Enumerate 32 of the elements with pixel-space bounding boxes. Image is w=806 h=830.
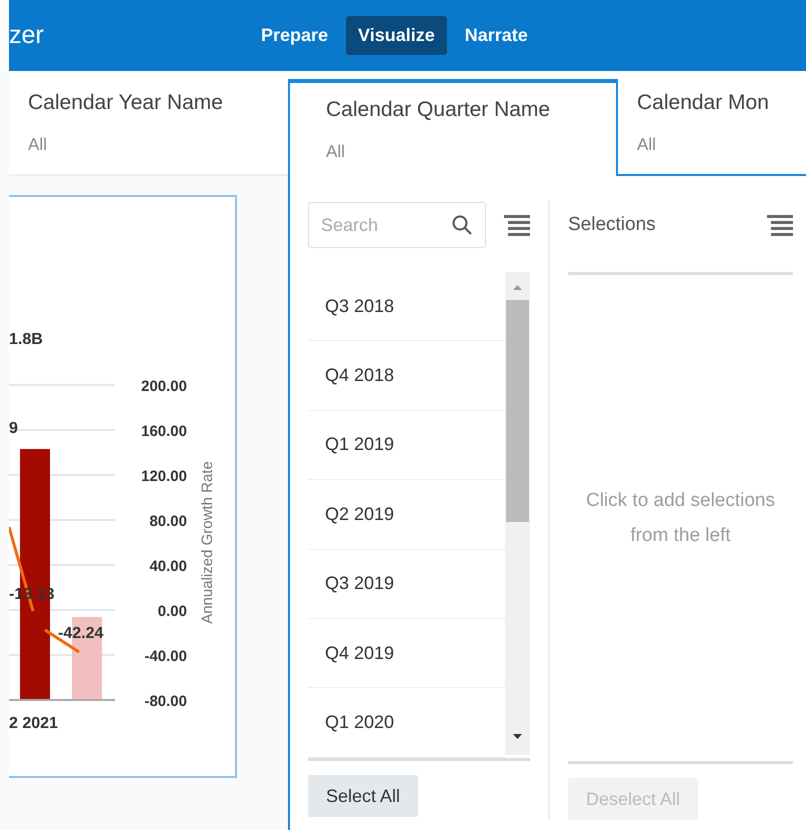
axis-category-label: 2 2021 (9, 715, 58, 732)
axis-tick-label: 40.00 (149, 558, 187, 575)
scrollbar[interactable] (505, 272, 530, 755)
empty-hint: Click to add selections from the left (584, 489, 776, 548)
axis-tick-label: 160.00 (141, 423, 187, 440)
data-label: -42.24 (58, 625, 104, 642)
axis-tick-label: -40.00 (144, 648, 187, 665)
search-field[interactable]: Search (308, 202, 486, 248)
data-label: 1.8B (9, 331, 43, 348)
nav-tab[interactable]: Prepare (249, 16, 340, 56)
data-label: 9 (9, 420, 18, 437)
axis-title: Annualized Growth Rate (199, 461, 216, 624)
app-title: zer (9, 21, 45, 50)
axis-tick-label: 0.00 (158, 603, 187, 620)
menu-icon[interactable] (504, 213, 530, 237)
axis-tick-label: 80.00 (149, 513, 187, 530)
axis-tick-label: 200.00 (141, 378, 187, 395)
filter-value: All (326, 142, 346, 162)
select-all-button[interactable]: Select All (308, 775, 418, 817)
search-icon (452, 215, 472, 235)
selections-title: Selections (568, 214, 656, 236)
nav-tab[interactable]: Visualize (346, 16, 447, 56)
menu-icon[interactable] (767, 213, 793, 237)
filter-name: Calendar Mon (637, 90, 770, 115)
filter-name: Calendar Year Name (28, 90, 224, 115)
filter-value: All (28, 134, 48, 155)
axis-tick-label: 120.00 (141, 468, 187, 485)
nav-tab[interactable]: Narrate (452, 16, 540, 56)
filter-name: Calendar Quarter Name (326, 98, 552, 122)
filter-value: All (637, 134, 657, 155)
filter-tab[interactable]: Calendar Quarter Name All (288, 79, 618, 176)
axis-tick-label: -80.00 (144, 693, 187, 710)
